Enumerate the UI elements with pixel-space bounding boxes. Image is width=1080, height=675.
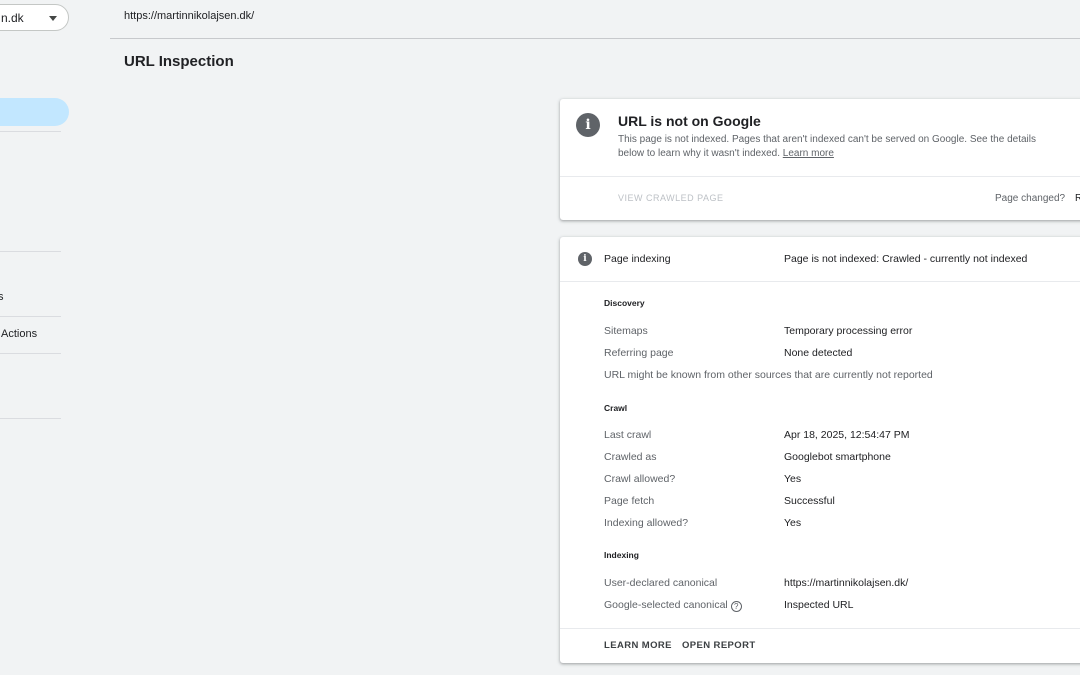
row-value-referring-page: None detected [784, 347, 853, 359]
property-selector[interactable]: n.dk [0, 4, 69, 31]
row-label-crawled-as: Crawled as [604, 451, 657, 463]
row-value-google-canonical: Inspected URL [784, 599, 854, 611]
row-label-last-crawl: Last crawl [604, 429, 652, 441]
request-indexing-button[interactable]: R [1075, 193, 1080, 204]
sidebar-item-manual-actions[interactable]: Actions [1, 328, 37, 340]
sidebar-divider [0, 418, 61, 419]
sidebar-item-url-inspection[interactable] [0, 98, 69, 126]
caret-down-icon [49, 16, 57, 21]
section-title-crawl: Crawl [604, 403, 628, 413]
page-indexing-label[interactable]: Page indexing [604, 253, 671, 265]
sidebar-divider [0, 316, 61, 317]
url-inspection-bar: https://martinnikolajsen.dk/ [110, 0, 1080, 39]
sidebar-divider [0, 353, 61, 354]
url-status-card: i URL is not on Google This page is not … [560, 99, 1080, 220]
property-label: n.dk [1, 11, 24, 25]
discovery-note: URL might be known from other sources th… [604, 369, 933, 381]
learn-more-button[interactable]: LEARN MORE [604, 640, 672, 651]
view-crawled-page-button[interactable]: VIEW CRAWLED PAGE [618, 193, 724, 203]
row-value-last-crawl: Apr 18, 2025, 12:54:47 PM [784, 429, 910, 441]
row-label-sitemaps: Sitemaps [604, 325, 648, 337]
page-indexing-card: i Page indexing Page is not indexed: Cra… [560, 237, 1080, 663]
row-label-referring-page: Referring page [604, 347, 674, 359]
status-description: This page is not indexed. Pages that are… [618, 133, 1038, 161]
page-title: URL Inspection [124, 53, 234, 70]
row-label-crawl-allowed: Crawl allowed? [604, 473, 676, 485]
sidebar: n.dk s Actions [0, 0, 100, 675]
row-value-sitemaps: Temporary processing error [784, 325, 913, 337]
inspected-url-input[interactable]: https://martinnikolajsen.dk/ [124, 10, 254, 22]
row-label-google-canonical: Google-selected canonical? [604, 599, 742, 612]
row-value-crawl-allowed: Yes [784, 473, 802, 485]
divider [560, 281, 1080, 282]
row-label-user-canonical: User-declared canonical [604, 577, 718, 589]
status-title: URL is not on Google [618, 113, 761, 129]
row-value-page-fetch: Successful [784, 495, 835, 507]
info-icon: i [578, 252, 592, 266]
row-value-crawled-as: Googlebot smartphone [784, 451, 891, 463]
section-title-indexing: Indexing [604, 550, 639, 560]
learn-more-link[interactable]: Learn more [783, 148, 834, 159]
sidebar-divider [0, 251, 61, 252]
open-report-button[interactable]: OPEN REPORT [682, 640, 756, 651]
divider [560, 176, 1080, 177]
sidebar-divider [0, 131, 61, 132]
info-icon: i [576, 113, 600, 137]
row-value-indexing-allowed: Yes [784, 517, 802, 529]
section-title-discovery: Discovery [604, 298, 645, 308]
row-label-page-fetch: Page fetch [604, 495, 655, 507]
sidebar-item-links[interactable]: s [0, 291, 4, 303]
row-value-user-canonical: https://martinnikolajsen.dk/ [784, 577, 909, 589]
divider [560, 628, 1080, 629]
page-indexing-value: Page is not indexed: Crawled - currently… [784, 253, 1028, 265]
help-icon[interactable]: ? [730, 601, 742, 612]
row-label-indexing-allowed: Indexing allowed? [604, 517, 689, 529]
google-canonical-text: Google-selected canonical [604, 599, 728, 611]
page-changed-label: Page changed? [995, 193, 1066, 204]
